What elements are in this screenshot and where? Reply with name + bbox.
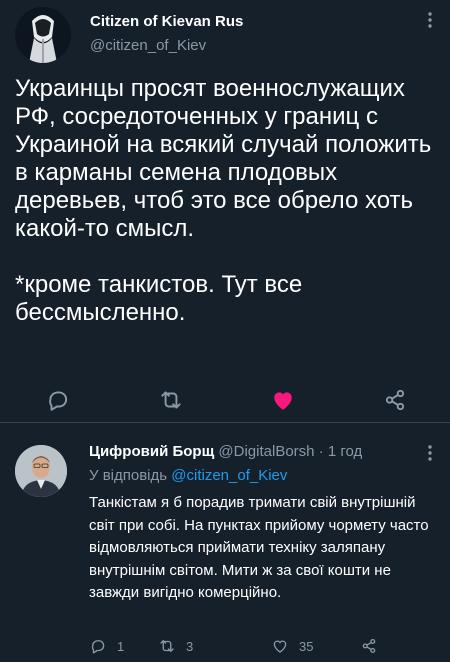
- reply-to-line: У відповідь @citizen_of_Kiev: [89, 467, 287, 484]
- avatar[interactable]: [15, 445, 67, 497]
- tweet-text-paragraph: *кроме танкистов. Тут все бессмысленно.: [15, 271, 309, 326]
- tweet-text: Украинцы просят военнослужащих РФ, сосре…: [15, 75, 440, 327]
- reply-header: Цифровий Борщ @DigitalBorsh · 1 год: [89, 443, 362, 460]
- reply-icon[interactable]: [45, 387, 71, 413]
- like-button[interactable]: 35: [271, 637, 313, 655]
- reply-actions: 1 3 35: [89, 635, 419, 662]
- timestamp[interactable]: 1 год: [328, 443, 362, 460]
- retweet-icon[interactable]: [158, 387, 184, 413]
- retweet-button[interactable]: 3: [158, 637, 193, 655]
- like-icon: [273, 640, 287, 653]
- like-icon[interactable]: [270, 387, 296, 413]
- reply-text: Танкістам я б порадив тримати свій внутр…: [89, 494, 429, 601]
- separator: ·: [318, 443, 324, 460]
- reply-to-prefix: У відповідь: [89, 467, 168, 484]
- reply-icon: [91, 640, 105, 654]
- retweet-icon: [160, 640, 174, 652]
- more-icon[interactable]: [420, 443, 440, 463]
- share-button[interactable]: [360, 637, 378, 655]
- more-icon[interactable]: [420, 10, 440, 30]
- retweet-count: 3: [186, 638, 194, 654]
- avatar[interactable]: [15, 7, 71, 63]
- author-handle[interactable]: @citizen_of_Kiev: [90, 37, 206, 54]
- tweet-actions: [0, 387, 450, 417]
- reply-button[interactable]: 1: [89, 637, 124, 655]
- reply-to-handle[interactable]: @citizen_of_Kiev: [171, 467, 287, 484]
- main-tweet: Citizen of Kievan Rus @citizen_of_Kiev У…: [0, 0, 450, 422]
- author-name[interactable]: Citizen of Kievan Rus: [90, 13, 243, 30]
- tweet-text-paragraph: Украинцы просят военнослужащих РФ, сосре…: [15, 75, 438, 242]
- share-icon[interactable]: [382, 387, 408, 413]
- reply-count: 1: [117, 638, 125, 654]
- reply-tweet[interactable]: Цифровий Борщ @DigitalBorsh · 1 год У ві…: [0, 423, 450, 662]
- author-handle[interactable]: @DigitalBorsh: [218, 443, 314, 460]
- like-count: 35: [299, 638, 314, 654]
- author-name[interactable]: Цифровий Борщ: [89, 443, 214, 460]
- share-icon: [362, 638, 376, 654]
